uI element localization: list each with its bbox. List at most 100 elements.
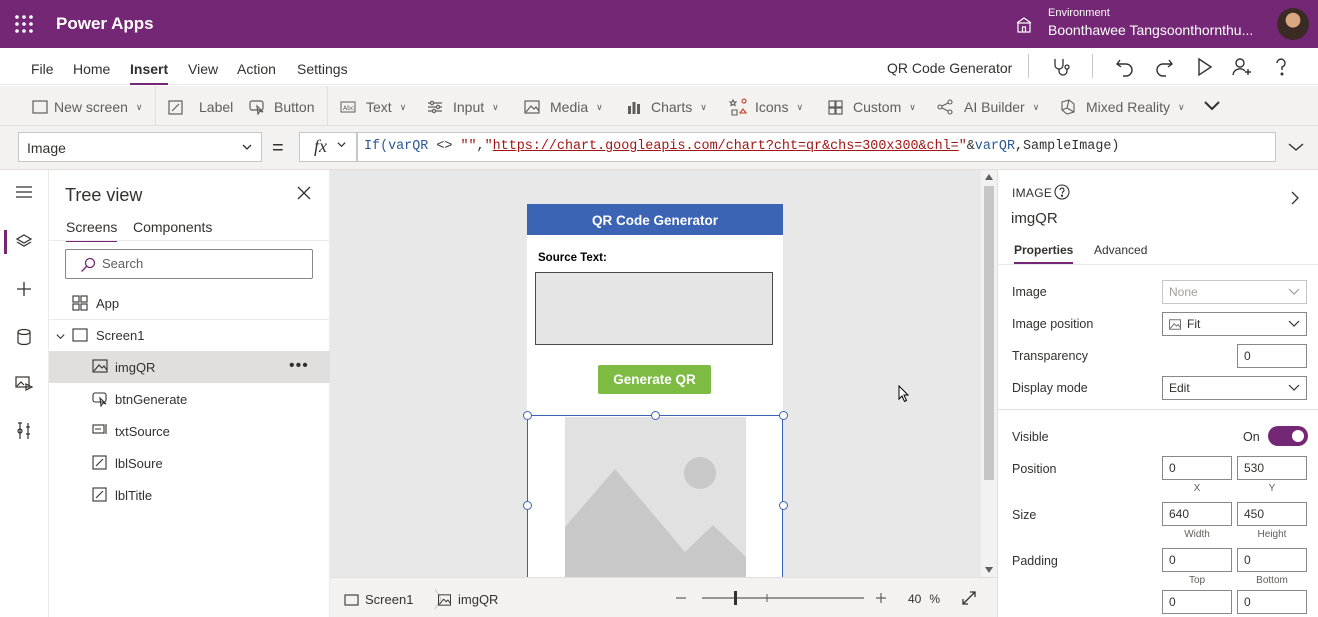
tab-properties[interactable]: Properties [1014,243,1074,264]
image-property-dropdown[interactable]: None [1162,280,1307,304]
more-options-icon[interactable]: ••• [289,357,309,375]
resize-handle[interactable] [779,501,788,510]
help-icon[interactable] [1054,184,1070,200]
formula-token: "" [460,139,477,154]
menu-view[interactable]: View [188,61,218,77]
canvas-image-control[interactable] [527,415,783,577]
visible-value: On [1243,430,1260,444]
custom-button[interactable]: Custom ∨ [828,97,916,117]
advanced-tools-icon[interactable] [14,421,36,443]
formula-input[interactable]: If(varQR <> "","https://chart.googleapis… [357,132,1276,162]
width-input[interactable]: 640 [1162,502,1232,526]
ai-builder-button[interactable]: AI Builder ∨ [937,97,1039,117]
height-input[interactable]: 450 [1237,502,1307,526]
image-position-dropdown[interactable]: Fit [1162,312,1307,336]
position-x-input[interactable]: 0 [1162,456,1232,480]
breadcrumb-imgqr[interactable]: imgQR [437,592,498,607]
media-icon[interactable] [14,374,36,396]
charts-button[interactable]: Charts ∨ [627,97,707,117]
button-button[interactable]: Button [249,97,314,117]
input-button[interactable]: Input ∨ [427,97,499,117]
padding-right-input[interactable]: 0 [1237,590,1307,614]
canvas-generate-button[interactable]: Generate QR [598,365,711,394]
canvas-vertical-scrollbar[interactable] [981,170,997,577]
undo-icon[interactable] [1114,56,1136,78]
environment-icon[interactable] [1015,16,1033,34]
chevron-right-icon[interactable] [1290,190,1300,206]
app-checker-icon[interactable] [1050,56,1072,78]
tab-screens[interactable]: Screens [66,219,118,242]
resize-handle[interactable] [779,411,788,420]
mixed-reality-button[interactable]: Mixed Reality ∨ [1060,97,1185,117]
tree-item-lblsoure[interactable]: lblSoure [49,447,330,479]
zoom-in-icon[interactable] [875,592,887,604]
zoom-out-icon[interactable] [675,592,687,604]
play-icon[interactable] [1193,56,1215,78]
text-button[interactable]: Abc Text ∨ [340,97,406,117]
app-title[interactable]: QR Code Generator [887,60,1012,76]
display-mode-value: Edit [1169,381,1190,395]
menu-insert[interactable]: Insert [130,61,169,85]
icons-button[interactable]: Icons ∨ [729,97,803,117]
menu-settings[interactable]: Settings [297,61,348,77]
label-button[interactable]: Label [168,97,233,117]
user-avatar[interactable] [1277,8,1309,40]
fx-button[interactable]: fx [299,132,357,162]
label-icon [92,455,108,471]
hamburger-menu-icon[interactable] [14,184,36,206]
app-launcher-icon[interactable] [14,14,34,34]
insert-ribbon: New screen ∨ Label Button Abc Text ∨ Input… [0,86,1318,126]
tree-item-btngenerate[interactable]: btnGenerate [49,383,330,415]
resize-handle[interactable] [523,411,532,420]
search-input[interactable] [102,256,302,271]
close-icon[interactable] [297,186,311,200]
environment-label: Environment [1048,7,1110,19]
padding-top-input[interactable]: 0 [1162,548,1232,572]
zoom-slider[interactable] [702,590,864,606]
tree-view-layers-icon[interactable] [14,232,36,254]
tree-item-imgqr[interactable]: imgQR ••• [49,351,330,383]
tab-advanced[interactable]: Advanced [1094,243,1147,257]
zoom-unit: % [929,592,941,606]
resize-handle[interactable] [523,501,532,510]
user-share-icon[interactable] [1231,56,1253,78]
canvas-source-textbox[interactable] [535,272,773,345]
control-name[interactable]: imgQR [1011,210,1058,227]
display-mode-dropdown[interactable]: Edit [1162,376,1307,400]
app-screen-preview[interactable]: QR Code Generator Source Text: Generate … [523,204,788,577]
tree-item-app[interactable]: App [49,287,330,319]
padding-bottom-input[interactable]: 0 [1237,548,1307,572]
data-cylinder-icon[interactable] [14,327,36,349]
position-y-input[interactable]: 530 [1237,456,1307,480]
new-screen-button[interactable]: New screen ∨ [32,97,143,117]
insert-plus-icon[interactable] [14,279,36,301]
expand-formula-icon[interactable] [1287,141,1305,153]
tree-item-lbltitle[interactable]: lblTitle [49,479,330,511]
environment-name[interactable]: Boonthawee Tangsoonthornthu... [1048,22,1270,38]
resize-handle[interactable] [651,411,660,420]
breadcrumb-screen1[interactable]: Screen1 [344,592,413,607]
scrollbar-thumb[interactable] [984,186,994,480]
menu-file[interactable]: File [31,61,54,77]
transparency-input[interactable]: 0 [1237,344,1307,368]
image-placeholder-icon [565,417,746,577]
tree-item-txtsource[interactable]: txtSource [49,415,330,447]
menu-home[interactable]: Home [73,61,110,77]
tree-item-screen1[interactable]: Screen1 [49,319,330,351]
tab-components[interactable]: Components [133,219,212,235]
visible-toggle[interactable] [1268,426,1308,446]
redo-icon[interactable] [1153,56,1175,78]
padding-left-input[interactable]: 0 [1162,590,1232,614]
menu-action[interactable]: Action [237,61,276,77]
help-icon[interactable] [1270,56,1292,78]
design-canvas[interactable]: QR Code Generator Source Text: Generate … [330,170,981,577]
media-button[interactable]: Media ∨ [524,97,603,117]
tree-search-box[interactable] [65,249,313,279]
canvas-title-label[interactable]: QR Code Generator [527,204,783,235]
canvas-source-label[interactable]: Source Text: [538,252,607,264]
property-dropdown[interactable]: Image [18,132,262,162]
app-name[interactable]: Power Apps [56,14,154,34]
fit-to-window-icon[interactable] [961,590,977,606]
zoom-slider-thumb[interactable] [734,591,737,605]
ribbon-more-icon[interactable] [1203,99,1221,113]
